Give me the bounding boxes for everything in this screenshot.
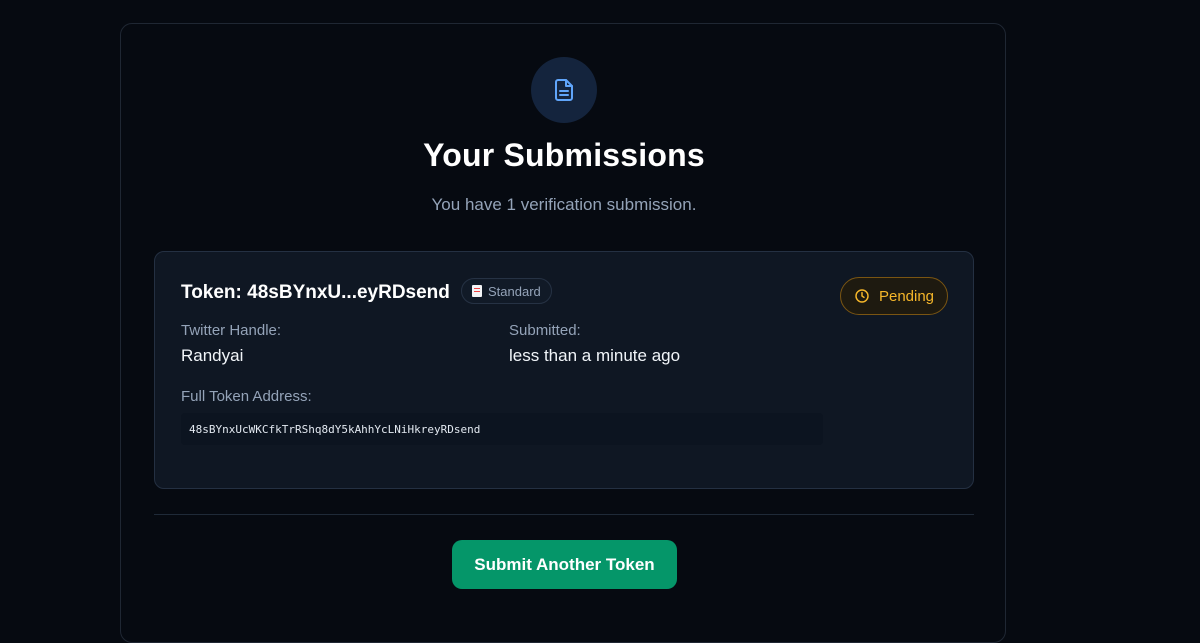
submitted-label: Submitted: [509, 322, 581, 339]
page-title: Your Submissions [423, 137, 705, 173]
status-label: Pending [878, 287, 935, 305]
page-subtitle: You have 1 verification submission. [431, 195, 697, 214]
submissions-panel: Your Submissions You have 1 verification… [120, 23, 1006, 643]
token-title: Token: 48sBYnxU...eyRDsend [181, 282, 450, 303]
document-icon [555, 79, 573, 101]
header-icon-circle [531, 57, 597, 123]
submission-card: Token: 48sBYnxU...eyRDsend Standard Pend… [154, 251, 974, 489]
receipt-icon [472, 285, 482, 297]
divider [154, 514, 974, 515]
type-badge: Standard [461, 278, 552, 304]
submitted-value: less than a minute ago [509, 346, 681, 365]
submit-another-token-button[interactable]: Submit Another Token [452, 540, 677, 589]
full-address-value: 48sBYnxUcWKCfkTrRShq8dY5kAhhYcLNiHkreyRD… [181, 413, 823, 445]
type-badge-label: Standard [488, 283, 541, 299]
clock-icon [855, 289, 869, 303]
full-address-label: Full Token Address: [181, 388, 312, 405]
status-badge: Pending [840, 277, 948, 315]
twitter-handle-label: Twitter Handle: [181, 322, 282, 339]
twitter-handle-value: Randyai [181, 346, 244, 365]
